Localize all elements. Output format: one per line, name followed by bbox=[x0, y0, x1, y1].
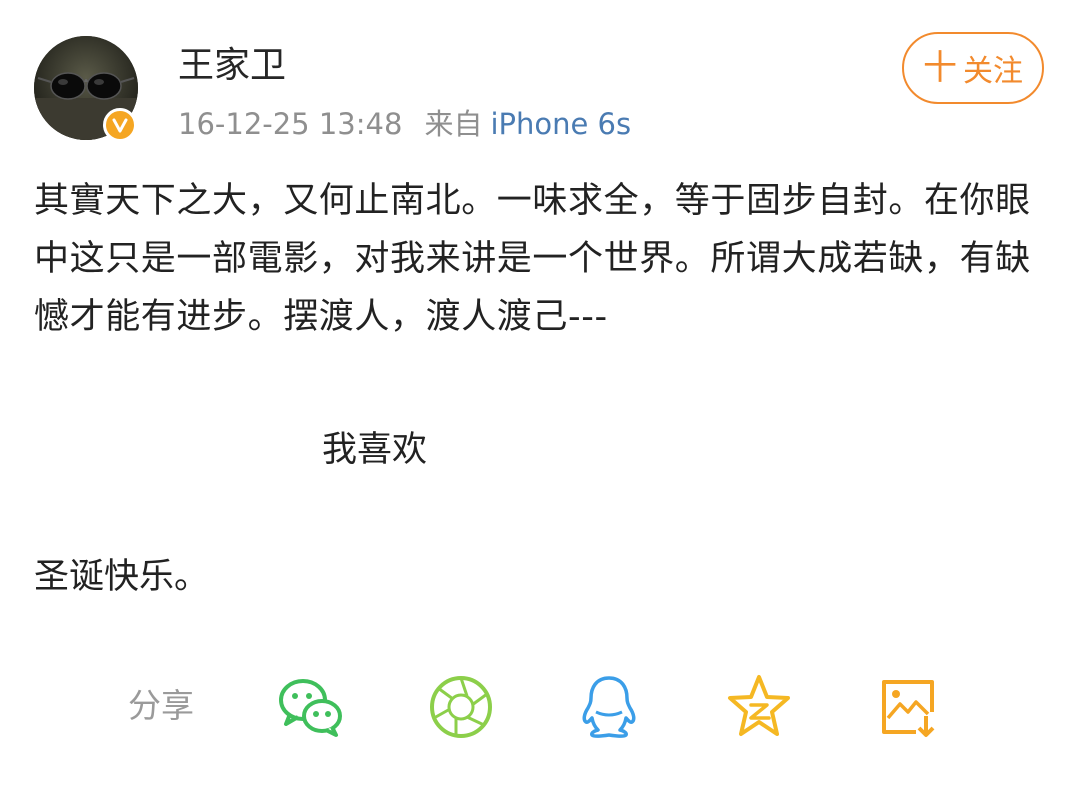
timestamp: 16-12-25 13:48 bbox=[178, 107, 403, 141]
post-line: 圣诞快乐。 bbox=[34, 557, 210, 597]
moments-icon[interactable] bbox=[426, 672, 496, 742]
wechat-icon[interactable] bbox=[276, 672, 346, 742]
source-device-link[interactable]: iPhone 6s bbox=[490, 107, 631, 141]
post-line: 我喜欢 bbox=[322, 430, 428, 470]
username[interactable]: 王家卫 bbox=[178, 44, 286, 88]
verified-badge-icon bbox=[103, 108, 137, 142]
save-image-icon[interactable] bbox=[874, 672, 944, 742]
plus-icon: 十 bbox=[923, 48, 957, 88]
follow-label: 关注 bbox=[963, 54, 1023, 89]
source-prefix: 来自 bbox=[424, 107, 483, 141]
post-meta: 16-12-25 13:48 来自 iPhone 6s bbox=[178, 106, 631, 142]
share-label: 分享 bbox=[128, 686, 194, 725]
post-body: 其實天下之大，又何止南北。一味求全，等于固步自封。在你眼中这只是一部電影，对我来… bbox=[34, 172, 1044, 346]
qq-icon[interactable] bbox=[574, 672, 644, 742]
qzone-icon[interactable] bbox=[724, 672, 794, 742]
follow-button[interactable]: 十 关注 bbox=[902, 32, 1044, 104]
post-paragraph: 其實天下之大，又何止南北。一味求全，等于固步自封。在你眼中这只是一部電影，对我来… bbox=[34, 181, 1031, 337]
